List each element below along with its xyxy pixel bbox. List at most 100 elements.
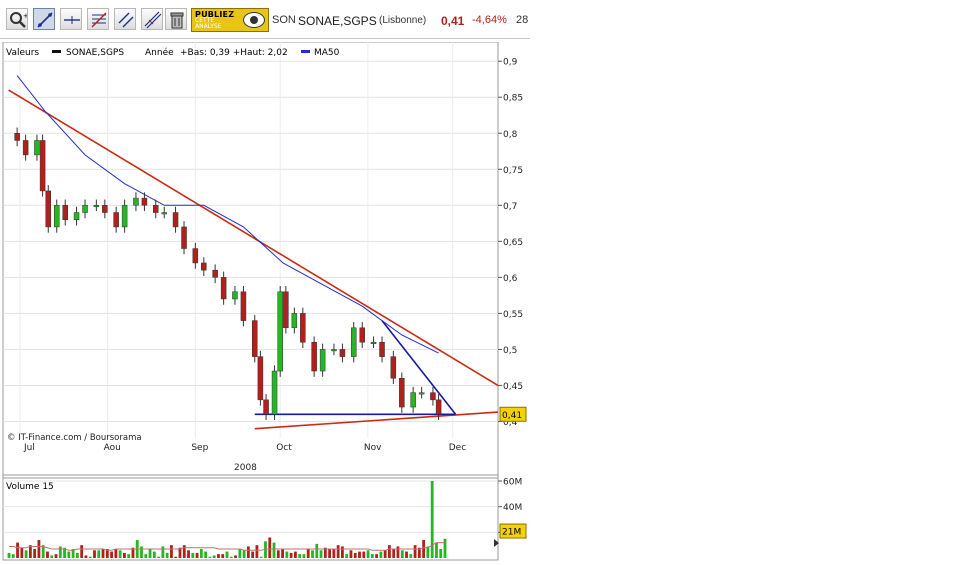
volume-bar bbox=[405, 551, 408, 558]
legend-label: Valeurs bbox=[6, 48, 39, 58]
volume-bar bbox=[84, 555, 88, 558]
candle-body bbox=[14, 133, 20, 141]
volume-bar bbox=[366, 550, 370, 558]
candle-body bbox=[192, 248, 199, 264]
trendline-icon bbox=[37, 12, 53, 28]
volume-bar bbox=[123, 552, 126, 558]
legend-series-swatch bbox=[52, 50, 61, 53]
candle-body bbox=[370, 341, 377, 344]
symbol-code: SON bbox=[272, 14, 296, 26]
volume-bar bbox=[170, 545, 173, 558]
volume-bar bbox=[20, 547, 24, 558]
candle-body bbox=[62, 205, 68, 220]
volume-bar bbox=[259, 556, 263, 558]
volume-bar bbox=[50, 555, 54, 558]
volume-bar bbox=[58, 546, 62, 558]
volume-bar bbox=[221, 554, 225, 558]
candle-body bbox=[277, 291, 283, 372]
candle-body bbox=[161, 212, 167, 215]
candle-body bbox=[212, 269, 218, 278]
volume-bar bbox=[234, 555, 237, 558]
month-label: Aou bbox=[104, 443, 121, 453]
volume-bar bbox=[413, 545, 417, 558]
candle-body bbox=[331, 349, 337, 352]
price-tick-label: 0,5 bbox=[503, 346, 517, 356]
candle-body bbox=[300, 313, 306, 343]
volume-bar bbox=[67, 551, 71, 558]
candle-body bbox=[311, 341, 317, 372]
candle-body bbox=[39, 140, 46, 192]
price-volume-chart[interactable]: 0,90,850,80,750,70,650,60,550,50,450,40,… bbox=[0, 41, 530, 561]
volume-bar bbox=[293, 551, 297, 558]
delete-tool-button[interactable] bbox=[165, 8, 187, 30]
price-change: -4,64% bbox=[472, 14, 507, 26]
year-label: 2008 bbox=[234, 463, 257, 473]
volume-bar bbox=[152, 551, 156, 558]
parallel-lines-icon bbox=[118, 12, 134, 28]
channel-tool-button[interactable] bbox=[141, 8, 163, 30]
last-price-badge-label: 0,41 bbox=[502, 411, 522, 421]
zoom-tool-button[interactable]: + bbox=[6, 8, 28, 30]
volume-bar bbox=[54, 554, 58, 558]
candle-body bbox=[283, 291, 289, 329]
trendline-tool-button[interactable] bbox=[33, 8, 55, 30]
volume-bar bbox=[246, 546, 250, 558]
candle-body bbox=[350, 327, 357, 357]
candle-body bbox=[45, 190, 52, 228]
fibonacci-tool-button[interactable] bbox=[87, 8, 109, 30]
volume-bar bbox=[430, 481, 434, 558]
candle-body bbox=[390, 356, 397, 379]
volume-bar bbox=[97, 550, 101, 558]
candle-body bbox=[34, 140, 40, 156]
volume-bar bbox=[328, 549, 331, 558]
volume-bar bbox=[238, 549, 242, 558]
volume-bar bbox=[388, 545, 391, 558]
price-tick-label: 0,9 bbox=[503, 58, 518, 68]
candle-body bbox=[181, 226, 187, 249]
month-label: Oct bbox=[276, 443, 292, 453]
fibonacci-icon bbox=[91, 12, 107, 28]
candle-body bbox=[113, 212, 119, 228]
volume-bar bbox=[272, 542, 276, 558]
zoom-icon: + bbox=[10, 12, 27, 28]
symbol-name[interactable]: SONAE,SGPS bbox=[298, 14, 377, 28]
volume-bar bbox=[208, 556, 212, 558]
volume-bar bbox=[379, 551, 383, 558]
legend-period: Année bbox=[145, 47, 174, 58]
volume-bar bbox=[302, 554, 306, 558]
last-price: 0,41 bbox=[441, 14, 465, 28]
candle-body bbox=[319, 349, 326, 372]
volume-bar bbox=[88, 556, 92, 558]
candle-body bbox=[152, 205, 159, 213]
chart-frame bbox=[2, 41, 499, 561]
month-label: Nov bbox=[364, 443, 382, 453]
volume-bar bbox=[195, 552, 199, 558]
candle-body bbox=[82, 205, 88, 213]
candle-body bbox=[141, 197, 148, 206]
legend-ma-swatch bbox=[301, 50, 310, 53]
volume-bar bbox=[336, 545, 340, 558]
candle-body bbox=[379, 341, 385, 357]
volume-bar bbox=[217, 554, 220, 558]
horizontal-line-tool-button[interactable] bbox=[60, 8, 82, 30]
volume-bar bbox=[140, 546, 143, 558]
volume-bar bbox=[349, 550, 353, 558]
publish-analysis-banner[interactable]: PUBLIEZ CETTE ANALYSE bbox=[191, 8, 269, 32]
candle-body bbox=[251, 320, 258, 357]
volume-tick-label: 40M bbox=[503, 503, 522, 513]
volume-bar bbox=[204, 551, 208, 558]
parallel-lines-tool-button[interactable] bbox=[114, 8, 136, 30]
price-tick-label: 0,8 bbox=[503, 130, 518, 140]
volume-bar bbox=[332, 549, 336, 558]
volume-bar bbox=[281, 549, 284, 558]
volume-bar bbox=[225, 551, 229, 558]
copyright-notice: © IT-Finance.com / Boursorama bbox=[7, 433, 142, 443]
price-tick-label: 0,7 bbox=[503, 202, 517, 212]
volume-bar bbox=[33, 549, 37, 558]
volume-bar bbox=[298, 554, 302, 558]
eye-icon bbox=[243, 12, 265, 28]
price-tick-label: 0,55 bbox=[503, 310, 523, 320]
volume-axis: 60M40M20M21M bbox=[498, 478, 527, 539]
volume-bar bbox=[345, 554, 349, 558]
volume-bar bbox=[443, 538, 447, 558]
